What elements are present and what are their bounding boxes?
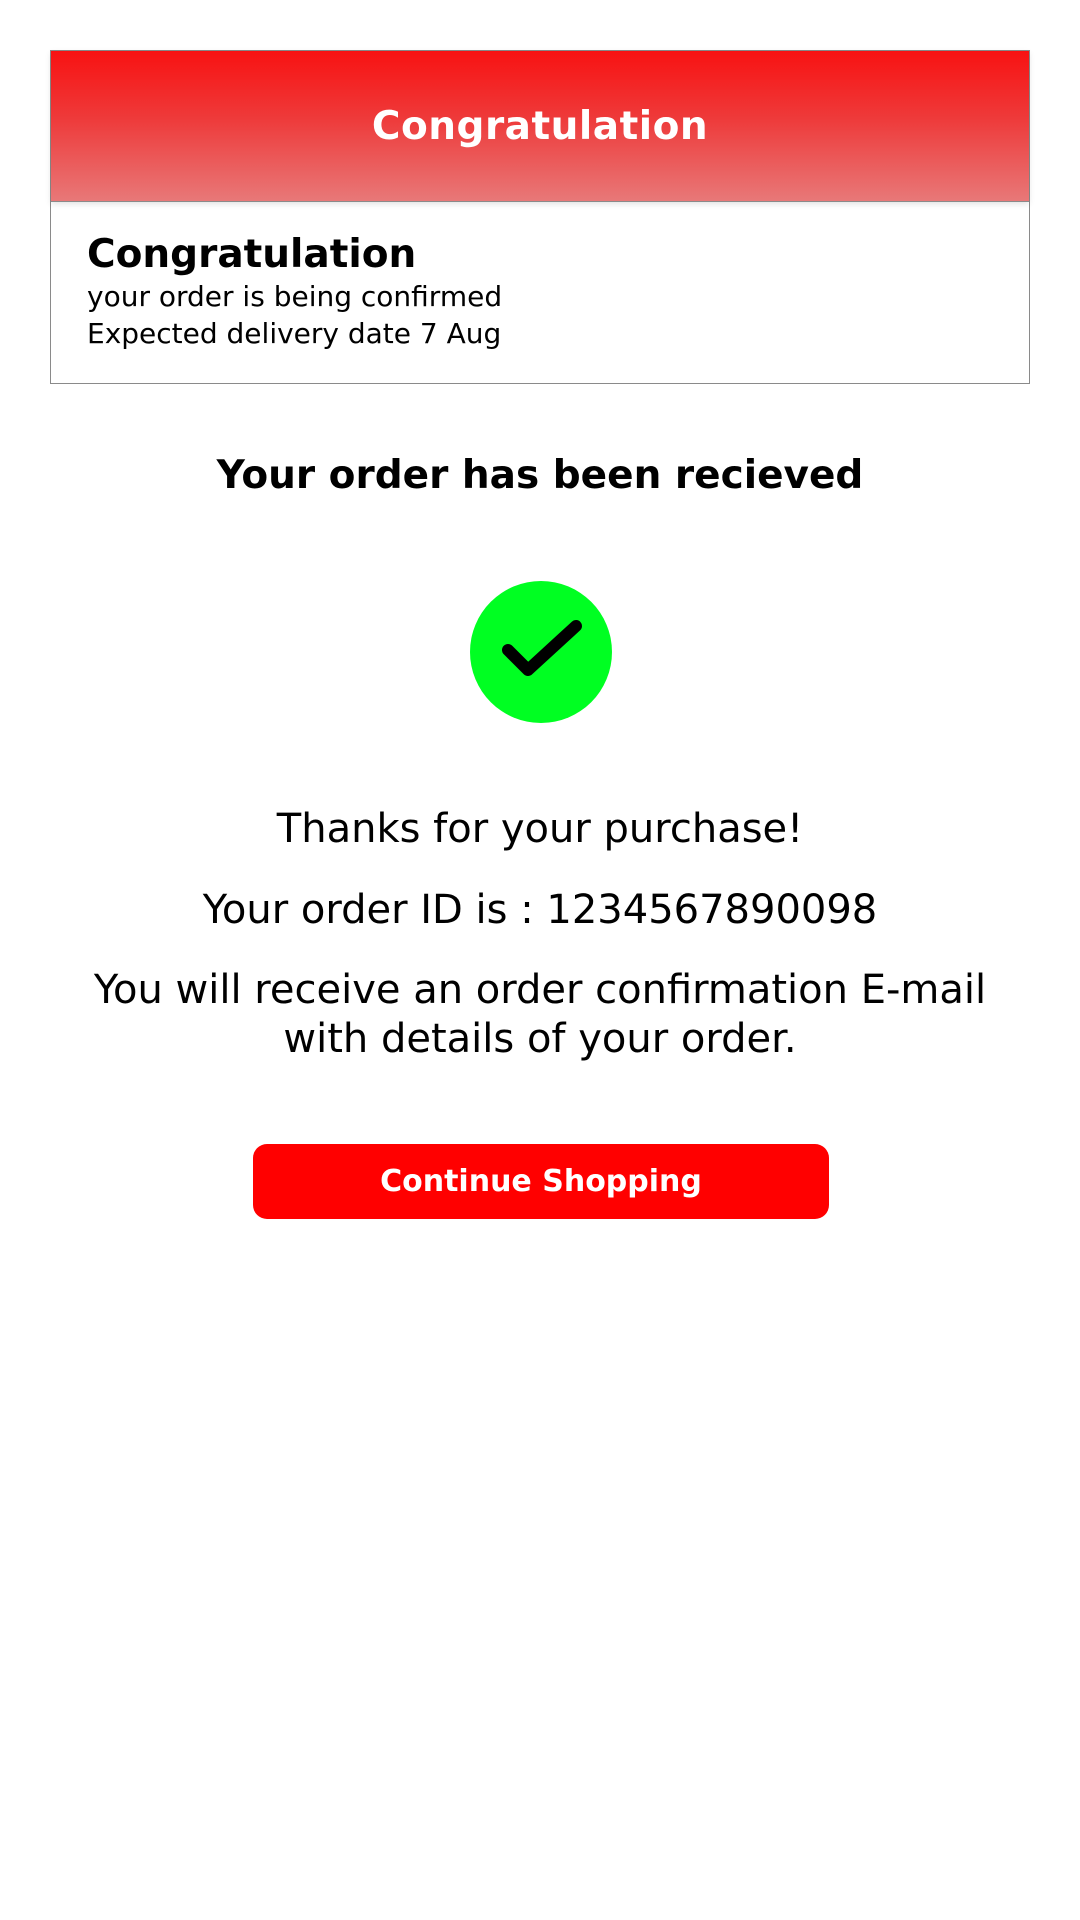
delivery-date-text: Expected delivery date 7 Aug	[87, 317, 502, 350]
card-header: Congratulation	[51, 51, 1029, 202]
order-received-heading: Your order has been recieved	[216, 453, 864, 498]
continue-shopping-button[interactable]: Continue Shopping	[253, 1144, 829, 1219]
thanks-text: Thanks for your purchase!	[276, 806, 804, 852]
header-title: Congratulation	[371, 103, 709, 149]
congratulation-card: Congratulation Congratulation your order…	[50, 50, 1030, 384]
card-title: Congratulation	[87, 232, 417, 277]
check-circle-icon	[470, 581, 612, 723]
order-status-text: your order is being confirmed	[87, 280, 503, 313]
order-id-text: Your order ID is : 1234567890098	[202, 887, 878, 933]
card-body: Congratulation your order is being confi…	[51, 202, 1029, 352]
order-confirmation-page: Congratulation Congratulation your order…	[0, 0, 1080, 1920]
email-confirmation-note: You will receive an order confirmation E…	[93, 967, 987, 1062]
